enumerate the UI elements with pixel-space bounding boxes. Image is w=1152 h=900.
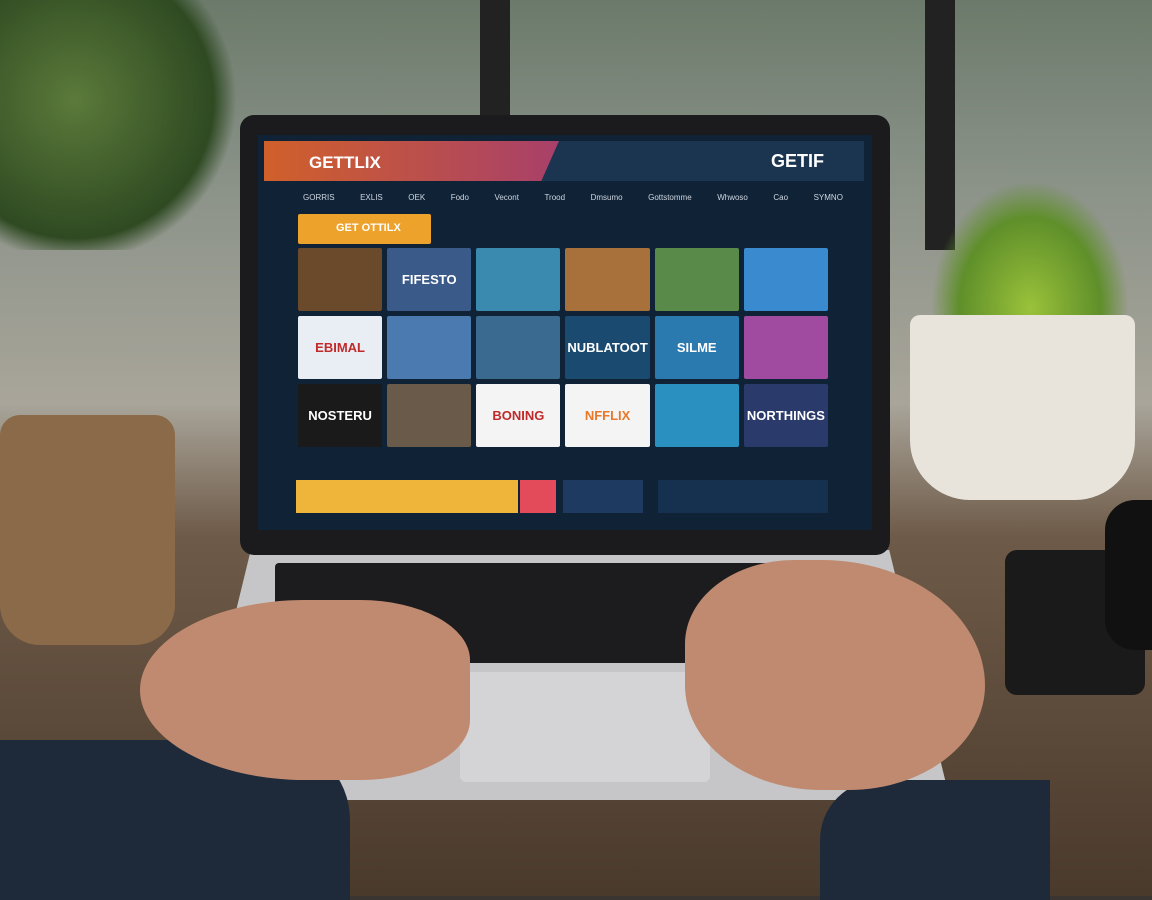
tile[interactable]: BONING [476, 384, 561, 447]
nav-item[interactable]: Whwoso [717, 193, 748, 202]
hand [140, 600, 470, 780]
plant [0, 0, 250, 250]
tile[interactable]: NUBLATOOT [565, 316, 650, 379]
tile[interactable]: NFFLIX [565, 384, 650, 447]
tile[interactable]: EBIMAL [298, 316, 383, 379]
cta-button[interactable]: GET OTTILX [298, 214, 431, 244]
tile[interactable]: NORTHINGS [743, 384, 828, 447]
basket [0, 415, 175, 645]
play-button[interactable] [520, 480, 556, 513]
nav-item[interactable]: Dmsumo [591, 193, 623, 202]
tile[interactable] [298, 248, 383, 311]
controls-panel [658, 480, 828, 513]
tile[interactable]: NOSTERU [298, 384, 383, 447]
nav-item[interactable]: Gottstomme [648, 193, 692, 202]
nav-item[interactable]: Vecont [494, 193, 518, 202]
tile[interactable] [565, 248, 650, 311]
trackpad[interactable] [460, 672, 710, 782]
tile[interactable] [743, 248, 828, 311]
promo-banner[interactable] [296, 480, 518, 513]
tile[interactable] [743, 316, 828, 379]
logo[interactable]: GETTLIX [309, 153, 381, 173]
nav-bar: GORRIS EXLIS OEK Fodo Vecont Trood Dmsum… [303, 193, 843, 202]
tile[interactable] [563, 480, 643, 513]
header: GETTLIX GETIF [264, 141, 864, 181]
tile[interactable] [654, 384, 739, 447]
nav-item[interactable]: Trood [544, 193, 565, 202]
arm [820, 780, 1050, 900]
tile[interactable]: FIFESTO [387, 248, 472, 311]
nav-item[interactable]: GORRIS [303, 193, 335, 202]
tile[interactable] [654, 248, 739, 311]
plant-pot [910, 315, 1135, 500]
tile[interactable] [387, 316, 472, 379]
tile[interactable] [387, 384, 472, 447]
nav-item[interactable]: OEK [408, 193, 425, 202]
nav-item[interactable]: Cao [773, 193, 788, 202]
nav-item[interactable]: SYMNO [814, 193, 843, 202]
nav-item[interactable]: EXLIS [360, 193, 383, 202]
tile[interactable] [476, 316, 561, 379]
streaming-app: GETTLIX GETIF GORRIS EXLIS OEK Fodo Veco… [258, 135, 872, 530]
nav-item[interactable]: Fodo [451, 193, 469, 202]
tile[interactable]: SILME [654, 316, 739, 379]
coffee-cup [1105, 500, 1152, 650]
logo-right: GETIF [771, 151, 824, 171]
tile-grid: FIFESTO EBIMAL NUBLATOOT SILME NOSTERU BONING… [298, 248, 828, 447]
tile[interactable] [476, 248, 561, 311]
